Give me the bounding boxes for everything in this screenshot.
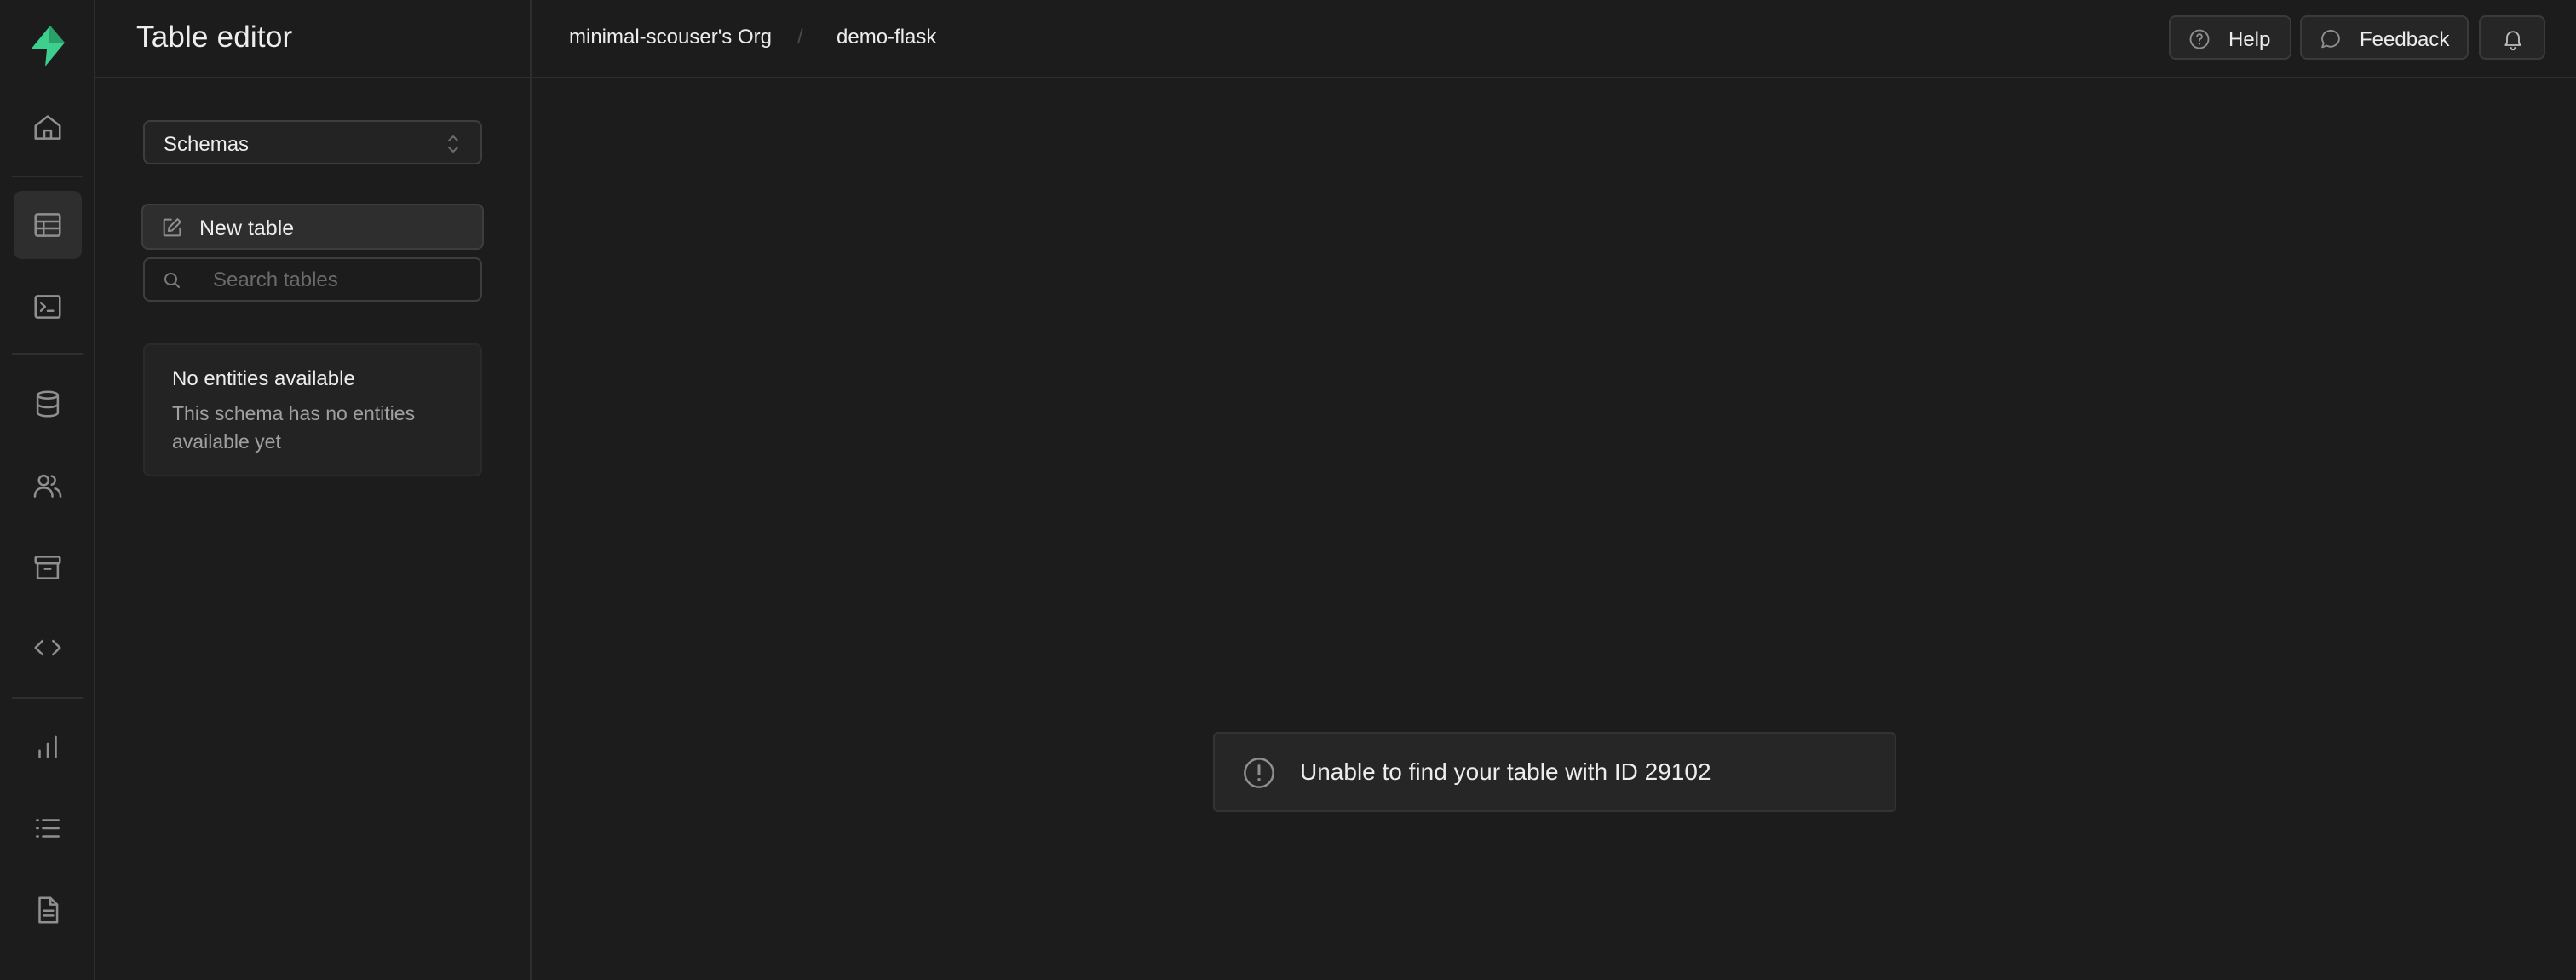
empty-state-description: This schema has no entities available ye…	[172, 402, 416, 453]
empty-state-title: No entities available	[172, 367, 355, 390]
home-icon	[34, 115, 61, 140]
nav-home[interactable]	[14, 94, 82, 162]
table-editor-sidebar: Table editor Schemas New table No entiti…	[95, 0, 532, 980]
empty-state-card: No entities available This schema has no…	[143, 343, 482, 476]
nav-logs[interactable]	[14, 794, 82, 862]
users-icon	[33, 474, 62, 498]
terminal-icon	[34, 295, 61, 319]
database-icon	[36, 390, 60, 418]
table-icon	[34, 213, 61, 237]
top-bar: minimal-scouser's Org / demo-flask Help …	[532, 0, 2576, 78]
new-table-label: New table	[199, 216, 295, 240]
rail-divider	[12, 697, 83, 699]
feedback-button[interactable]: Feedback	[2300, 15, 2469, 60]
document-icon	[38, 896, 59, 924]
message-circle-icon	[2321, 30, 2340, 49]
code-icon	[34, 639, 61, 656]
bell-icon	[2504, 31, 2521, 51]
search-icon	[164, 273, 180, 288]
bar-chart-icon	[38, 735, 57, 758]
breadcrumb-separator: /	[797, 26, 803, 49]
alert-circle-icon	[1244, 758, 1274, 788]
help-circle-icon	[2189, 29, 2210, 49]
search-input[interactable]	[213, 266, 469, 295]
supabase-logo-icon[interactable]	[24, 22, 72, 70]
breadcrumb-project[interactable]: demo-flask	[837, 26, 936, 49]
edit-icon	[163, 218, 181, 237]
rail-divider	[12, 176, 83, 177]
nav-storage[interactable]	[14, 533, 82, 602]
schema-select[interactable]: Schemas	[143, 120, 482, 164]
table-not-found-alert: Unable to find your table with ID 29102	[1213, 732, 1896, 812]
page-title: Table editor	[136, 20, 293, 54]
nav-rail	[0, 0, 95, 980]
notifications-button[interactable]	[2479, 15, 2545, 60]
chevron-up-down-icon	[448, 135, 458, 153]
search-tables	[143, 257, 482, 302]
help-button[interactable]: Help	[2169, 15, 2291, 60]
nav-authentication[interactable]	[14, 452, 82, 520]
nav-sql-editor[interactable]	[14, 273, 82, 341]
sidebar-header: Table editor	[95, 0, 530, 78]
feedback-label: Feedback	[2360, 28, 2450, 51]
help-label: Help	[2228, 28, 2271, 51]
breadcrumb-org[interactable]: minimal-scouser's Org	[569, 26, 772, 49]
nav-table-editor[interactable]	[14, 191, 82, 259]
schema-select-value: Schemas	[164, 133, 250, 156]
list-icon	[36, 819, 60, 838]
archive-icon	[34, 556, 61, 579]
rail-divider	[12, 353, 83, 355]
nav-edge-functions[interactable]	[14, 614, 82, 682]
app: Table editor Schemas New table No entiti…	[0, 0, 2576, 980]
nav-reports[interactable]	[14, 712, 82, 781]
nav-api-docs[interactable]	[14, 876, 82, 944]
nav-database[interactable]	[14, 370, 82, 438]
new-table-button[interactable]: New table	[141, 204, 484, 250]
alert-message: Unable to find your table with ID 29102	[1300, 758, 1711, 785]
